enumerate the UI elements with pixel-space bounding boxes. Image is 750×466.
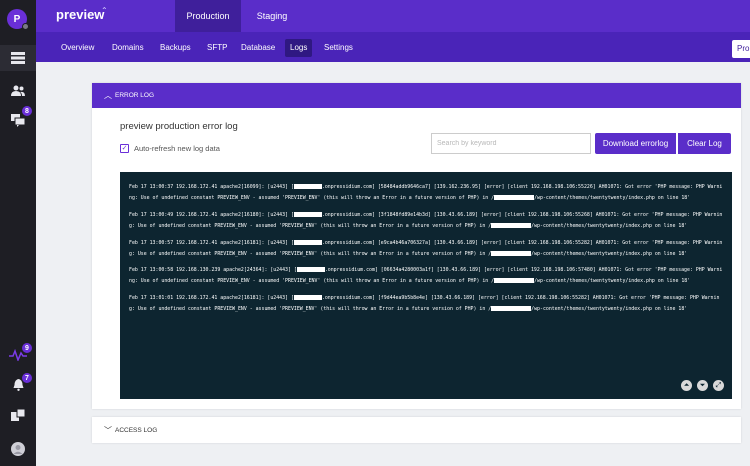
nav-domains[interactable]: Domains <box>107 39 149 57</box>
translate-icon <box>11 409 25 421</box>
redacted-block <box>491 222 532 228</box>
log-entry: Feb 17 13:01:01 192.168.172.41 apache2[1… <box>129 293 724 315</box>
users-icon <box>11 85 25 96</box>
scroll-top-icon[interactable]: ⏶ <box>681 380 692 391</box>
access-log-panel[interactable]: ﹀ ACCESS LOG <box>92 417 741 443</box>
fullscreen-icon[interactable]: ⤢ <box>713 380 724 391</box>
log-entry-suffix: /wp-content/themes/twentytwenty/index.ph… <box>531 306 688 313</box>
left-rail: P 8 9 7 <box>0 0 36 466</box>
log-entry-prefix: Feb 17 13:01:01 192.168.172.41 apache2[1… <box>129 295 294 302</box>
redacted-block <box>293 184 322 189</box>
nav-sftp[interactable]: SFTP <box>202 39 232 57</box>
log-entry: Feb 17 13:00:58 192.168.130.239 apache2[… <box>129 265 724 287</box>
error-log-panel: ︿ ERROR LOG preview production error log… <box>92 83 741 409</box>
log-entry: Feb 17 13:00:57 192.168.172.41 apache2[1… <box>129 238 724 260</box>
nav-overview[interactable]: Overview <box>56 39 99 57</box>
site-name[interactable]: preview <box>56 7 104 22</box>
rail-profile[interactable] <box>0 436 36 462</box>
log-console: Feb 17 13:00:37 192.168.172.41 apache2[1… <box>120 172 732 399</box>
access-log-header-label: ACCESS LOG <box>115 426 158 434</box>
error-log-header[interactable]: ︿ ERROR LOG <box>92 83 741 108</box>
sites-icon <box>11 52 25 64</box>
auto-refresh-row[interactable]: ✓ Auto-refresh new log data <box>120 144 220 153</box>
sub-navigation: Overview Domains Backups SFTP Database L… <box>36 32 750 62</box>
chevron-up-icon: ︿ <box>104 91 112 100</box>
avatar-initial: P <box>13 13 21 25</box>
log-entry-prefix: Feb 17 13:00:37 192.168.172.41 apache2[1… <box>129 184 294 190</box>
log-entry-suffix: /wp-content/themes/twentytwenty/index.ph… <box>531 250 688 257</box>
redacted-block <box>293 295 322 301</box>
tab-production[interactable]: Production <box>175 0 241 32</box>
pro-button[interactable]: Pro <box>732 40 750 58</box>
auto-refresh-label: Auto-refresh new log data <box>134 144 220 153</box>
download-errorlog-button[interactable]: Download errorlog <box>595 133 676 154</box>
scroll-bottom-icon[interactable]: ⏷ <box>697 380 708 391</box>
rail-language[interactable] <box>0 402 36 428</box>
redacted-block <box>296 267 325 273</box>
log-entry-prefix: Feb 17 13:00:57 192.168.172.41 apache2[1… <box>129 239 294 246</box>
log-entry: Feb 17 13:00:49 192.168.172.41 apache2[1… <box>129 210 724 232</box>
error-log-header-label: ERROR LOG <box>115 92 155 99</box>
log-title: preview production error log <box>120 121 238 132</box>
chevron-down-icon: ﹀ <box>104 425 112 435</box>
redacted-block <box>491 250 532 256</box>
users-badge: 8 <box>22 106 32 116</box>
top-bar: preview ⌃ Production Staging <box>36 0 750 32</box>
profile-icon <box>11 442 25 456</box>
log-entry-prefix: Feb 17 13:00:49 192.168.172.41 apache2[1… <box>129 211 294 218</box>
redacted-block <box>494 278 535 284</box>
auto-refresh-checkbox[interactable]: ✓ <box>120 144 129 153</box>
log-entry-suffix: /wp-content/themes/twentytwenty/index.ph… <box>534 194 691 201</box>
redacted-block <box>293 211 322 217</box>
search-input[interactable] <box>431 133 591 154</box>
alerts-badge: 7 <box>22 373 32 383</box>
redacted-block <box>491 306 532 312</box>
redacted-block <box>293 239 322 245</box>
site-switcher-icon[interactable]: ⌃ <box>101 6 108 15</box>
nav-logs[interactable]: Logs <box>285 39 313 57</box>
nav-settings[interactable]: Settings <box>319 39 358 57</box>
rail-users[interactable] <box>0 77 36 103</box>
clear-log-button[interactable]: Clear Log <box>678 133 731 154</box>
log-entry: Feb 17 13:00:37 192.168.172.41 apache2[1… <box>129 182 724 204</box>
redacted-block <box>494 194 535 200</box>
messages-icon <box>11 113 25 127</box>
log-entry-suffix: /wp-content/themes/twentytwenty/index.ph… <box>531 222 688 229</box>
log-entry-prefix: Feb 17 13:00:58 192.168.130.239 apache2[… <box>129 267 297 274</box>
status-dot <box>22 23 29 30</box>
nav-database[interactable]: Database <box>236 39 280 57</box>
bell-icon <box>13 379 23 391</box>
rail-sites[interactable] <box>0 45 36 71</box>
nav-backups[interactable]: Backups <box>155 39 196 57</box>
console-controls: ⏶ ⏷ ⤢ <box>676 380 724 391</box>
tab-staging[interactable]: Staging <box>244 0 300 32</box>
log-entry-suffix: /wp-content/themes/twentytwenty/index.ph… <box>534 278 691 285</box>
activity-badge: 9 <box>22 343 32 353</box>
